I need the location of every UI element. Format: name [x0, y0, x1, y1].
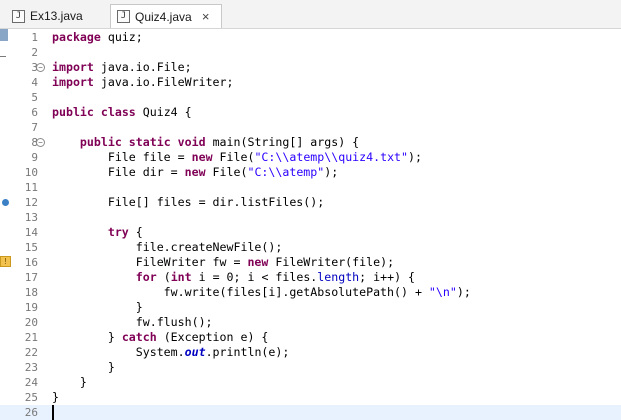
editor-tab-bar: J Ex13.java J Quiz4.java ×: [0, 0, 621, 29]
code-line[interactable]: 6 public class Quiz4 {: [0, 105, 621, 120]
line-number: 10: [24, 166, 38, 179]
code-text: File[] files = dir.listFiles();: [52, 195, 325, 209]
code-text: file.createNewFile();: [52, 240, 283, 254]
code-line[interactable]: 4 import java.io.FileWriter;: [0, 75, 621, 90]
code-text: public class Quiz4 {: [52, 105, 192, 119]
line-number: 11: [24, 181, 38, 194]
line-number: 1: [31, 31, 38, 44]
code-line[interactable]: 13: [0, 210, 621, 225]
java-file-icon: J: [12, 9, 25, 23]
code-text: }: [52, 300, 143, 314]
code-text: }: [52, 360, 115, 374]
line-number: 12: [24, 196, 38, 209]
code-line[interactable]: 5: [0, 90, 621, 105]
code-line[interactable]: 8− public static void main(String[] args…: [0, 135, 621, 150]
code-line[interactable]: 26: [0, 405, 621, 420]
line-number: 21: [24, 331, 38, 344]
breakpoint-icon[interactable]: [2, 199, 9, 206]
line-number: 20: [24, 316, 38, 329]
code-line[interactable]: 18 fw.write(files[i].getAbsolutePath() +…: [0, 285, 621, 300]
code-text: import java.io.File;: [52, 60, 192, 74]
code-line[interactable]: 12 File[] files = dir.listFiles();: [0, 195, 621, 210]
code-line[interactable]: 7: [0, 120, 621, 135]
code-line[interactable]: 21 } catch (Exception e) {: [0, 330, 621, 345]
warning-lightbulb-icon[interactable]: !: [0, 256, 11, 267]
code-line[interactable]: 23 }: [0, 360, 621, 375]
code-text: } catch (Exception e) {: [52, 330, 269, 344]
code-line[interactable]: 1 package quiz;: [0, 30, 621, 45]
line-number: 5: [31, 91, 38, 104]
line-number: 16: [24, 256, 38, 269]
code-line[interactable]: 19 }: [0, 300, 621, 315]
line-number: 17: [24, 271, 38, 284]
code-line[interactable]: 22 System.out.println(e);: [0, 345, 621, 360]
code-line[interactable]: 15 file.createNewFile();: [0, 240, 621, 255]
line-number: 14: [24, 226, 38, 239]
code-line[interactable]: 20 fw.flush();: [0, 315, 621, 330]
tab-quiz4-java[interactable]: J Quiz4.java ×: [110, 4, 222, 28]
code-line[interactable]: 2: [0, 45, 621, 60]
code-text: File dir = new File("C:\\atemp");: [52, 165, 339, 179]
line-number: 24: [24, 376, 38, 389]
code-text: try {: [107, 225, 143, 239]
close-tab-button[interactable]: ×: [200, 9, 212, 24]
java-file-icon: J: [117, 10, 130, 23]
code-line[interactable]: 3− import java.io.File;: [0, 60, 621, 75]
tab-ex13-java[interactable]: J Ex13.java: [6, 4, 102, 28]
code-text: System.out.println(e);: [52, 345, 290, 359]
code-text: public static void main(String[] args) {: [79, 135, 360, 149]
code-text: File file = new File("C:\\atemp\\quiz4.t…: [52, 150, 422, 164]
code-line[interactable]: 24 }: [0, 375, 621, 390]
line-number: 2: [31, 46, 38, 59]
line-number: 23: [24, 361, 38, 374]
code-text: import java.io.FileWriter;: [52, 75, 234, 89]
text-caret: [52, 405, 54, 420]
code-line[interactable]: 9 File file = new File("C:\\atemp\\quiz4…: [0, 150, 621, 165]
code-text: }: [52, 375, 87, 389]
line-number: 6: [31, 106, 38, 119]
fold-toggle-icon[interactable]: −: [36, 63, 45, 72]
line-number: 15: [24, 241, 38, 254]
line-number: 19: [24, 301, 38, 314]
line-number: 26: [24, 406, 38, 419]
line-number: 8: [31, 136, 38, 149]
code-line[interactable]: 10 File dir = new File("C:\\atemp");: [0, 165, 621, 180]
code-line[interactable]: 25}: [0, 390, 621, 405]
code-text: for (int i = 0; i < files.length; i++) {: [135, 270, 416, 284]
fold-toggle-icon[interactable]: −: [36, 138, 45, 147]
code-line[interactable]: 14 try {: [0, 225, 621, 240]
tab-label: Quiz4.java: [135, 9, 192, 24]
code-text: package quiz;: [52, 30, 143, 44]
line-number: 7: [31, 121, 38, 134]
line-number: 25: [24, 391, 38, 404]
line-number: 9: [31, 151, 38, 164]
line-number: 18: [24, 286, 38, 299]
line-number: 3: [31, 61, 38, 74]
line-number: 22: [24, 346, 38, 359]
code-line[interactable]: 16! FileWriter fw = new FileWriter(file)…: [0, 255, 621, 270]
code-line[interactable]: 11: [0, 180, 621, 195]
code-text: }: [52, 390, 59, 404]
line-number: 4: [31, 76, 38, 89]
code-text: FileWriter fw = new FileWriter(file);: [52, 255, 395, 269]
code-line[interactable]: 17 for (int i = 0; i < files.length; i++…: [0, 270, 621, 285]
code-text: fw.flush();: [52, 315, 213, 329]
code-text: fw.write(files[i].getAbsolutePath() + "\…: [52, 285, 471, 299]
tab-label: Ex13.java: [30, 9, 83, 23]
code-editor[interactable]: 1 package quiz; 2 3− import java.io.File; 4 im…: [0, 29, 621, 420]
line-number: 13: [24, 211, 38, 224]
